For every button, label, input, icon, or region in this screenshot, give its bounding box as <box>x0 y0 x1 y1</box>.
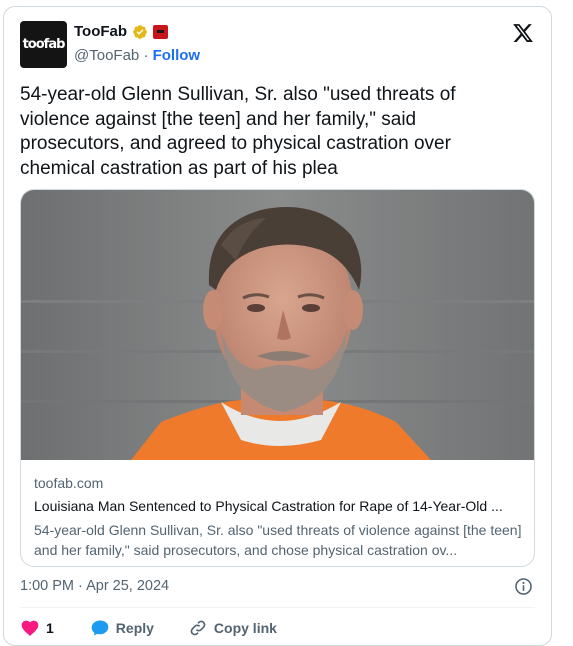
author-name-row: TooFab <box>74 23 169 40</box>
link-description: 54-year-old Glenn Sullivan, Sr. also "us… <box>34 522 522 558</box>
copy-link-button[interactable]: Copy link <box>188 618 277 638</box>
action-bar: 1 Reply Copy link <box>20 618 277 638</box>
article-photo <box>21 190 534 460</box>
tweet-text: 54-year-old Glenn Sullivan, Sr. also "us… <box>20 84 456 179</box>
author-handle[interactable]: @TooFab <box>74 47 139 64</box>
author-name[interactable]: TooFab <box>74 23 127 40</box>
link-title[interactable]: Louisiana Man Sentenced to Physical Cast… <box>34 498 526 514</box>
link-icon <box>190 620 206 636</box>
affiliate-badge-icon <box>153 24 169 39</box>
info-icon[interactable] <box>514 577 533 596</box>
heart-icon <box>21 620 39 636</box>
x-logo-icon[interactable] <box>512 22 534 44</box>
verified-badge-icon <box>133 24 147 39</box>
handle-separator: · <box>143 47 149 64</box>
copy-link-label: Copy link <box>213 620 277 636</box>
follow-button[interactable]: Follow <box>153 47 201 64</box>
reply-icon <box>91 620 109 636</box>
like-button[interactable]: 1 <box>20 618 54 638</box>
avatar-text: toofab <box>22 37 66 52</box>
tweet-embed-card: toofab TooFab @TooFab · Follow 54-year-o… <box>3 6 552 646</box>
reply-label: Reply <box>115 620 154 636</box>
avatar[interactable]: toofab <box>20 21 67 68</box>
divider <box>20 607 535 608</box>
author-handle-row: @TooFab · Follow <box>74 47 200 64</box>
like-count: 1 <box>46 620 54 636</box>
link-domain: toofab.com <box>34 475 104 491</box>
reply-button[interactable]: Reply <box>90 618 154 638</box>
link-preview-card[interactable]: toofab.com Louisiana Man Sentenced to Ph… <box>20 189 535 567</box>
tweet-timestamp[interactable]: 1:00 PM · Apr 25, 2024 <box>20 578 169 594</box>
